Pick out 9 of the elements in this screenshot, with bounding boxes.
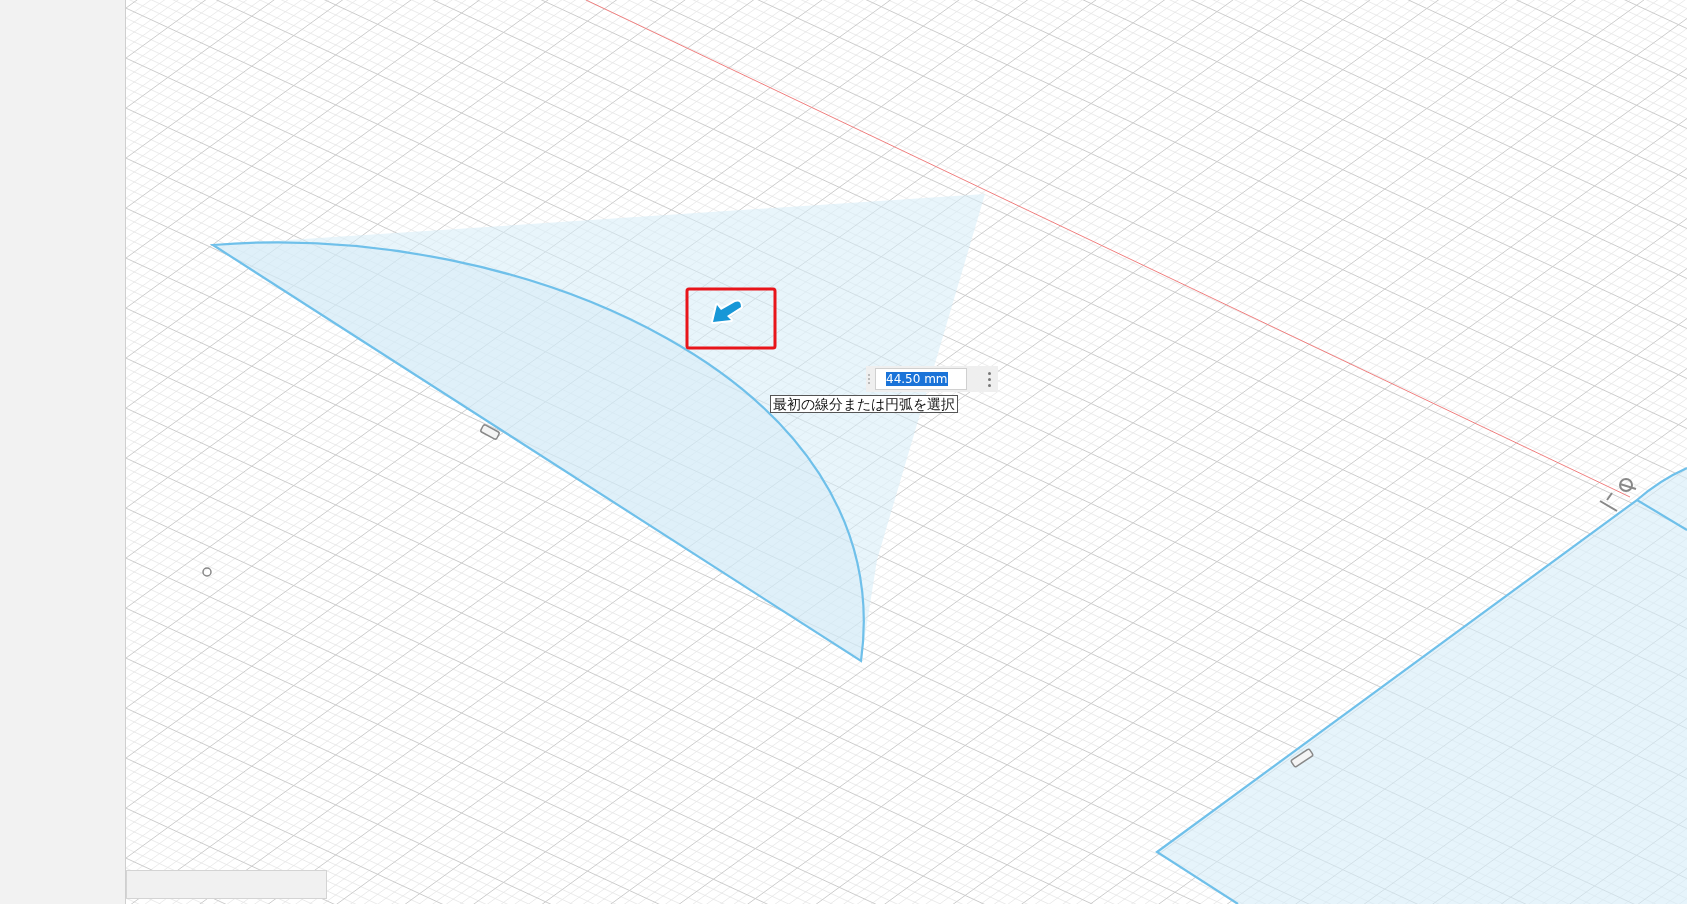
more-icon[interactable] [988, 371, 992, 387]
tooltip: 最初の線分または円弧を選択 [770, 395, 958, 413]
constraint-icon [479, 423, 501, 441]
grip-icon[interactable] [868, 374, 871, 384]
constraint-icon [1289, 747, 1315, 769]
cursor-arrow-icon [711, 299, 743, 324]
dimension-input[interactable]: 44.50 mm [875, 368, 967, 390]
point-icon [202, 567, 212, 577]
fix-constraint-icon [1599, 478, 1637, 512]
